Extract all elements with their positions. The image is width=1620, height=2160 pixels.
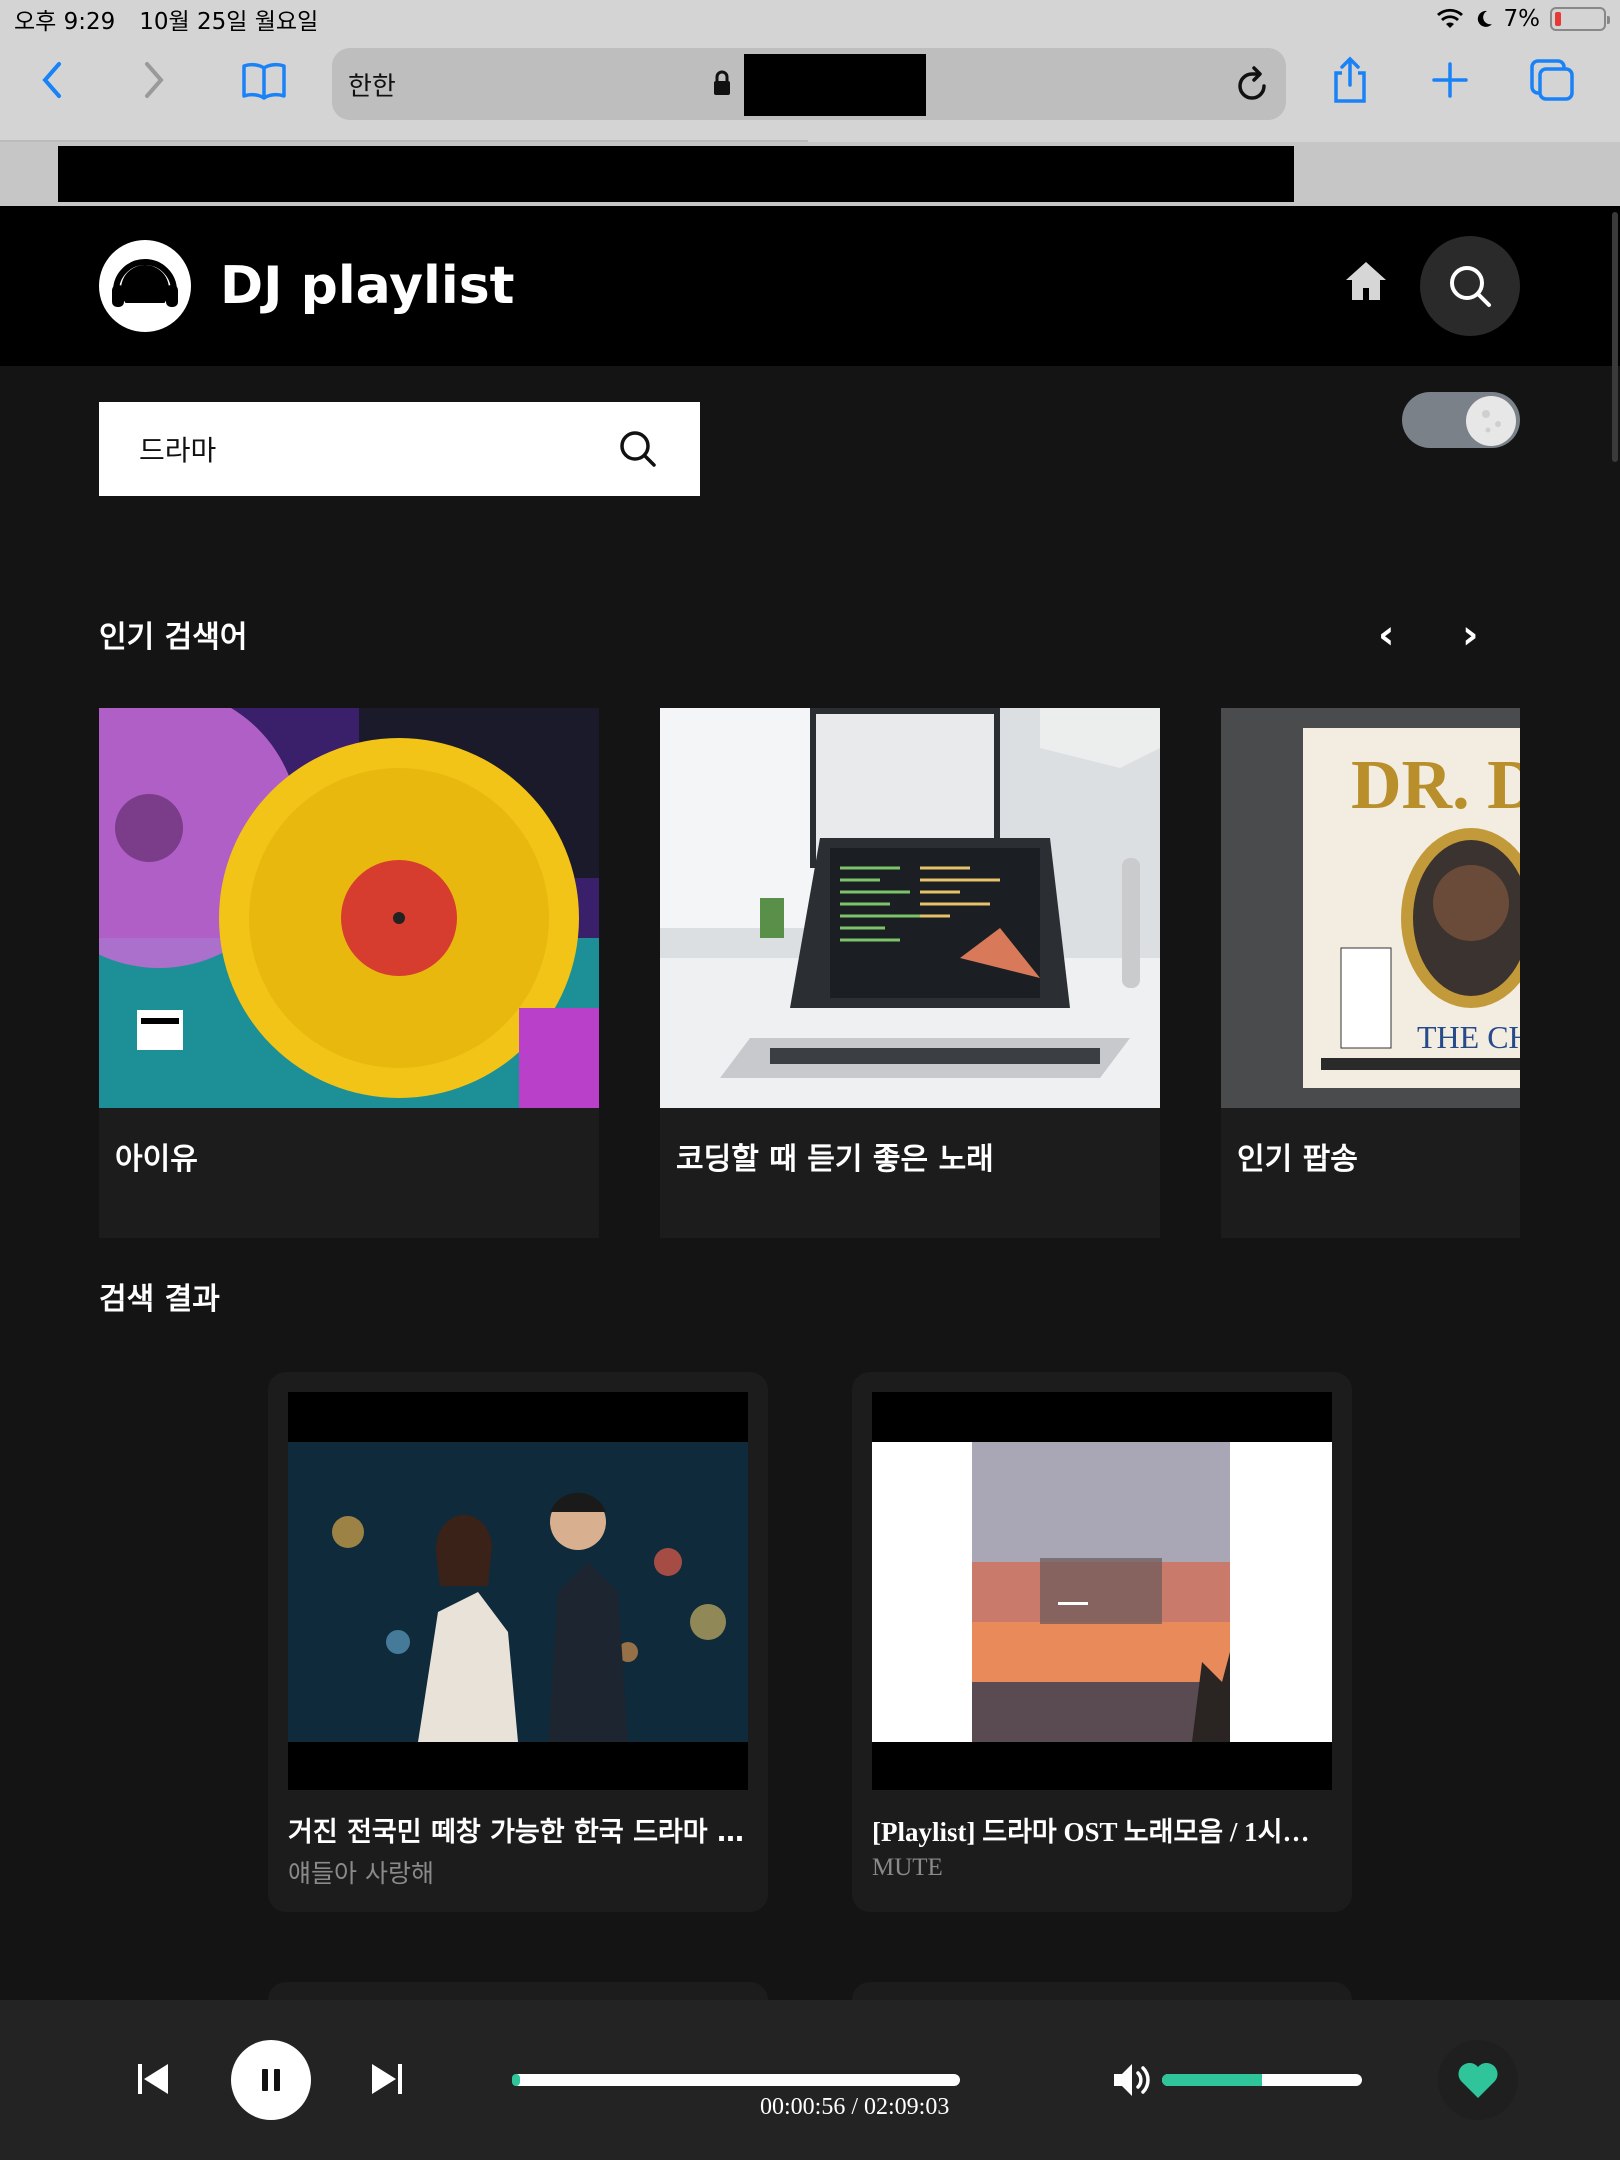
- playback-time: 00:00:56 / 02:09:03: [760, 2094, 950, 2120]
- logo[interactable]: [99, 240, 191, 332]
- chevron-left-icon: [42, 62, 61, 98]
- result-thumbnail: [872, 1392, 1332, 1790]
- share-button[interactable]: [1320, 52, 1380, 108]
- forward-button[interactable]: [124, 52, 184, 108]
- headphones-icon: [112, 259, 178, 313]
- share-icon: [1334, 56, 1366, 103]
- wifi-icon: [1436, 8, 1463, 28]
- volume-slider[interactable]: [1162, 2074, 1362, 2086]
- popular-card-image: DR. D THE CHRON: [1221, 708, 1520, 1108]
- next-track-button[interactable]: [370, 2062, 404, 2100]
- book-icon: [242, 62, 286, 100]
- volume-button[interactable]: [1112, 2060, 1154, 2104]
- popular-card[interactable]: 코딩할 때 듣기 좋은 노래: [660, 708, 1160, 1238]
- result-title: [Playlist] 드라마 OST 노래모음 / 1시…: [872, 1817, 1310, 1847]
- search-icon: [620, 431, 656, 467]
- page-scrollbar[interactable]: [1612, 212, 1618, 462]
- redacted-url: [744, 54, 926, 116]
- popular-card-image: [660, 708, 1160, 1108]
- popular-title: 인기 검색어: [99, 620, 248, 655]
- svg-text:DR. D: DR. D: [1351, 747, 1520, 824]
- carousel-next-button[interactable]: ›: [1462, 612, 1478, 658]
- result-card[interactable]: [Playlist] 드라마 OST 노래모음 / 1시… MUTE: [852, 1372, 1352, 1912]
- screen: 오후 9:29 10월 25일 월요일 7% 한한 DJ playlist 드라…: [0, 0, 1620, 2160]
- banner-strip: [0, 142, 1620, 206]
- home-icon: [1346, 262, 1386, 300]
- search-icon: [1450, 266, 1491, 307]
- search-input[interactable]: [139, 432, 616, 466]
- plus-icon: [1432, 62, 1468, 98]
- address-text: 한한: [348, 71, 396, 102]
- volume-icon: [1114, 2064, 1150, 2096]
- heart-icon: [1458, 2062, 1498, 2098]
- pause-button[interactable]: [231, 2040, 311, 2120]
- app-title: DJ playlist: [220, 256, 515, 316]
- battery-percent: 7%: [1503, 6, 1541, 32]
- moon-icon: [1482, 410, 1501, 433]
- result-channel: MUTE: [872, 1854, 943, 1881]
- popular-card-label: 코딩할 때 듣기 좋은 노래: [676, 1142, 994, 1177]
- dark-mode-toggle[interactable]: [1402, 392, 1520, 448]
- popular-card-label: 아이유: [115, 1142, 198, 1177]
- seek-bar[interactable]: [512, 2074, 960, 2086]
- search-submit-button[interactable]: [616, 427, 660, 471]
- popular-card[interactable]: 아이유: [99, 708, 599, 1238]
- result-title: 거진 전국민 떼창 가능한 한국 드라마 os…: [288, 1817, 748, 1848]
- status-date: 10월 25일 월요일: [139, 9, 319, 35]
- browser-toolbar: 한한: [0, 38, 1620, 143]
- popular-card[interactable]: DR. D THE CHRON 인기 팝송: [1221, 708, 1520, 1238]
- redacted-banner: [58, 146, 1294, 202]
- results-title: 검색 결과: [99, 1282, 220, 1317]
- status-bar: 오후 9:29 10월 25일 월요일 7%: [0, 0, 1620, 38]
- popular-carousel: 아이유 코딩할 때 듣기 좋은 노래 DR. D THE C 인기 팝송: [99, 708, 1520, 1238]
- result-thumbnail: [288, 1392, 748, 1790]
- popular-card-label: 인기 팝송: [1237, 1142, 1358, 1177]
- toggle-knob: [1466, 396, 1516, 446]
- result-card[interactable]: 거진 전국민 떼창 가능한 한국 드라마 os… 얘들아 사랑해: [268, 1372, 768, 1912]
- battery-icon: [1550, 7, 1610, 31]
- back-button[interactable]: [22, 52, 82, 108]
- svg-text:THE CHRON: THE CHRON: [1417, 1019, 1520, 1055]
- skip-forward-icon: [372, 2064, 402, 2094]
- home-button[interactable]: [1344, 260, 1388, 306]
- search-box: [99, 402, 700, 496]
- seek-bar-fill: [512, 2074, 520, 2086]
- player-bar: 00:00:56 / 02:09:03: [0, 2000, 1620, 2160]
- skip-back-icon: [138, 2064, 168, 2094]
- result-channel: 얘들아 사랑해: [288, 1859, 434, 1888]
- carousel-prev-button[interactable]: ‹: [1378, 612, 1394, 658]
- moon-icon: [1477, 10, 1492, 27]
- tabs-icon: [1530, 59, 1574, 101]
- lock-icon: [714, 70, 730, 95]
- favorite-button[interactable]: [1438, 2040, 1518, 2120]
- status-time: 오후 9:29: [14, 9, 116, 35]
- bookmarks-button[interactable]: [234, 52, 294, 108]
- header-search-button[interactable]: [1420, 236, 1520, 336]
- volume-slider-fill: [1162, 2074, 1262, 2086]
- new-tab-button[interactable]: [1420, 52, 1480, 108]
- tabs-button[interactable]: [1522, 52, 1582, 108]
- popular-card-image: [99, 708, 599, 1108]
- previous-track-button[interactable]: [136, 2062, 170, 2100]
- app-header: DJ playlist: [0, 206, 1620, 366]
- address-bar[interactable]: 한한: [332, 48, 1286, 120]
- reload-icon[interactable]: [1232, 62, 1272, 106]
- chevron-right-icon: [145, 62, 164, 98]
- pause-icon: [262, 2069, 280, 2091]
